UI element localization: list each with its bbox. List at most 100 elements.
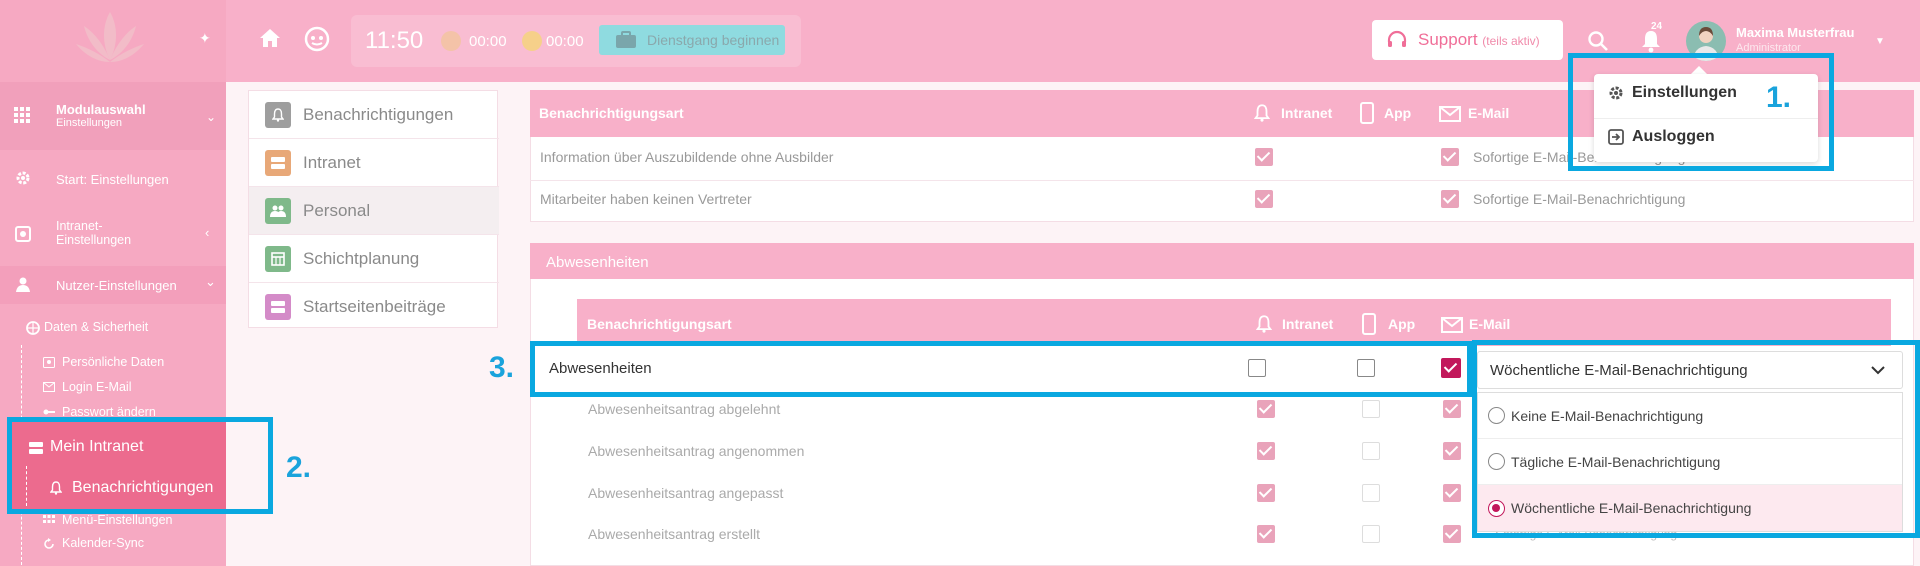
category-intranet[interactable]: Intranet xyxy=(249,139,499,187)
intranet-checkbox[interactable] xyxy=(1257,400,1275,418)
user-icon xyxy=(15,276,31,292)
timer-break-icon[interactable] xyxy=(522,31,542,51)
card-icon xyxy=(265,294,291,320)
timer-break: 00:00 xyxy=(546,33,584,50)
section-abwesenheiten-header[interactable]: Abwesenheiten xyxy=(530,243,1914,279)
app-checkbox[interactable] xyxy=(1362,525,1380,543)
shield-icon xyxy=(26,321,40,335)
table-row: Abwesenheitsantrag angepasst xyxy=(588,485,784,501)
sidebar-item-start[interactable]: Start: Einstellungen xyxy=(0,160,226,198)
category-label: Intranet xyxy=(303,152,361,172)
dienstgang-label: Dienstgang beginnen xyxy=(647,32,780,48)
email-checkbox[interactable] xyxy=(1441,190,1459,208)
card-icon xyxy=(265,149,291,176)
bell-icon xyxy=(1256,315,1272,333)
support-note: (teils aktiv) xyxy=(1482,34,1540,48)
sidebar-item-nutzer[interactable]: Nutzer-Einstellungen ⌄ xyxy=(0,266,226,304)
highlight-box-step1 xyxy=(1568,53,1834,171)
chevron-left-icon: ‹ xyxy=(205,225,210,240)
step-number-3: 3. xyxy=(489,351,515,384)
email-checkbox[interactable] xyxy=(1441,148,1459,166)
sidebar-item-login-email[interactable]: Login E-Mail xyxy=(62,380,131,394)
step-number-2: 2. xyxy=(286,451,312,484)
support-label: Support xyxy=(1418,30,1478,49)
col-type-header: Benachrichtigungsart xyxy=(587,316,732,332)
category-personal[interactable]: Personal xyxy=(249,187,499,235)
category-list: Benachrichtigungen Intranet Personal Sch… xyxy=(248,90,499,331)
highlight-box-select xyxy=(1472,340,1920,538)
headset-icon xyxy=(1386,29,1408,51)
settings-box-icon xyxy=(15,226,31,242)
app-checkbox[interactable] xyxy=(1362,400,1380,418)
home-icon[interactable] xyxy=(258,26,282,50)
search-icon[interactable] xyxy=(1587,30,1609,52)
mail-icon xyxy=(1439,106,1461,122)
email-checkbox[interactable] xyxy=(1443,484,1461,502)
chevron-down-icon: ⌄ xyxy=(206,110,217,124)
mail-icon xyxy=(1441,317,1463,333)
col-email-header: E-Mail xyxy=(1469,316,1511,332)
step-number-1: 1. xyxy=(1766,81,1792,114)
pin-icon[interactable]: ✦ xyxy=(199,30,211,47)
module-sub: Einstellungen xyxy=(56,117,123,129)
table-row: Mitarbeiter haben keinen Vertreter xyxy=(540,191,752,207)
bell-icon[interactable] xyxy=(1640,29,1662,53)
clock-time: 11:50 xyxy=(365,27,424,54)
category-startseitenbeitraege[interactable]: Startseitenbeiträge xyxy=(249,283,499,331)
category-label: Schichtplanung xyxy=(303,248,420,268)
category-schichtplanung[interactable]: Schichtplanung xyxy=(249,235,499,283)
sidebar-item-kalender[interactable]: Kalender-Sync xyxy=(62,536,144,550)
intranet-checkbox[interactable] xyxy=(1255,148,1273,166)
category-benachrichtigungen[interactable]: Benachrichtigungen xyxy=(249,91,499,139)
table-row: Abwesenheitsantrag abgelehnt xyxy=(588,401,781,417)
sync-icon xyxy=(43,538,55,550)
table-header xyxy=(577,299,1891,346)
category-label: Benachrichtigungen xyxy=(303,104,454,124)
user-name[interactable]: Maxima Musterfrau xyxy=(1736,25,1854,40)
mail-icon xyxy=(43,382,55,392)
col-app-header: App xyxy=(1384,105,1412,121)
intranet-checkbox[interactable] xyxy=(1257,484,1275,502)
intranet-checkbox[interactable] xyxy=(1257,525,1275,543)
email-checkbox[interactable] xyxy=(1443,525,1461,543)
people-icon xyxy=(265,197,291,224)
col-intranet-header: Intranet xyxy=(1282,316,1334,332)
sidebar-item-daten[interactable]: Daten & Sicherheit xyxy=(44,320,148,334)
intranet-checkbox[interactable] xyxy=(1257,442,1275,460)
col-email-header: E-Mail xyxy=(1468,105,1510,121)
table-row: Information über Auszubildende ohne Ausb… xyxy=(540,149,834,165)
sidebar-item-menu[interactable]: Menü-Einstellungen xyxy=(62,513,173,527)
id-card-icon xyxy=(43,357,55,368)
briefcase-icon xyxy=(615,31,637,49)
app-checkbox[interactable] xyxy=(1362,442,1380,460)
notification-badge: 24 xyxy=(1651,21,1663,32)
lotus-logo-icon xyxy=(74,10,146,68)
app-checkbox[interactable] xyxy=(1362,484,1380,502)
sidebar-item-intranet[interactable]: Intranet- Einstellungen ‹ xyxy=(0,214,226,254)
chevron-down-icon: ⌄ xyxy=(205,274,216,289)
support-button[interactable]: Support (teils aktiv) xyxy=(1372,20,1563,60)
sidebar-item-label: Nutzer-Einstellungen xyxy=(56,278,177,293)
intranet-checkbox[interactable] xyxy=(1255,190,1273,208)
timer-work: 00:00 xyxy=(469,33,507,50)
divider xyxy=(530,180,1914,181)
module-title: Modulauswahl xyxy=(56,102,146,117)
sidebar-item-persoenlich[interactable]: Persönliche Daten xyxy=(62,355,164,369)
chevron-down-icon[interactable]: ▼ xyxy=(1875,36,1885,47)
dienstgang-button[interactable]: Dienstgang beginnen xyxy=(599,25,785,55)
phone-icon xyxy=(1360,102,1374,124)
col-type-header: Benachrichtigungsart xyxy=(539,105,684,121)
key-icon xyxy=(43,407,55,417)
email-mode[interactable]: Sofortige E-Mail-Benachrichtigung xyxy=(1473,191,1685,207)
face-icon[interactable] xyxy=(304,26,330,52)
category-label: Personal xyxy=(303,200,371,220)
gear-icon xyxy=(15,170,31,186)
grid-icon xyxy=(14,107,30,123)
highlight-box-step3 xyxy=(530,341,1472,397)
category-label: Startseitenbeiträge xyxy=(303,297,446,316)
timer-work-icon[interactable] xyxy=(441,31,461,51)
table-row: Abwesenheitsantrag angenommen xyxy=(588,443,805,459)
email-checkbox[interactable] xyxy=(1443,442,1461,460)
col-app-header: App xyxy=(1388,316,1416,332)
email-checkbox[interactable] xyxy=(1443,400,1461,418)
